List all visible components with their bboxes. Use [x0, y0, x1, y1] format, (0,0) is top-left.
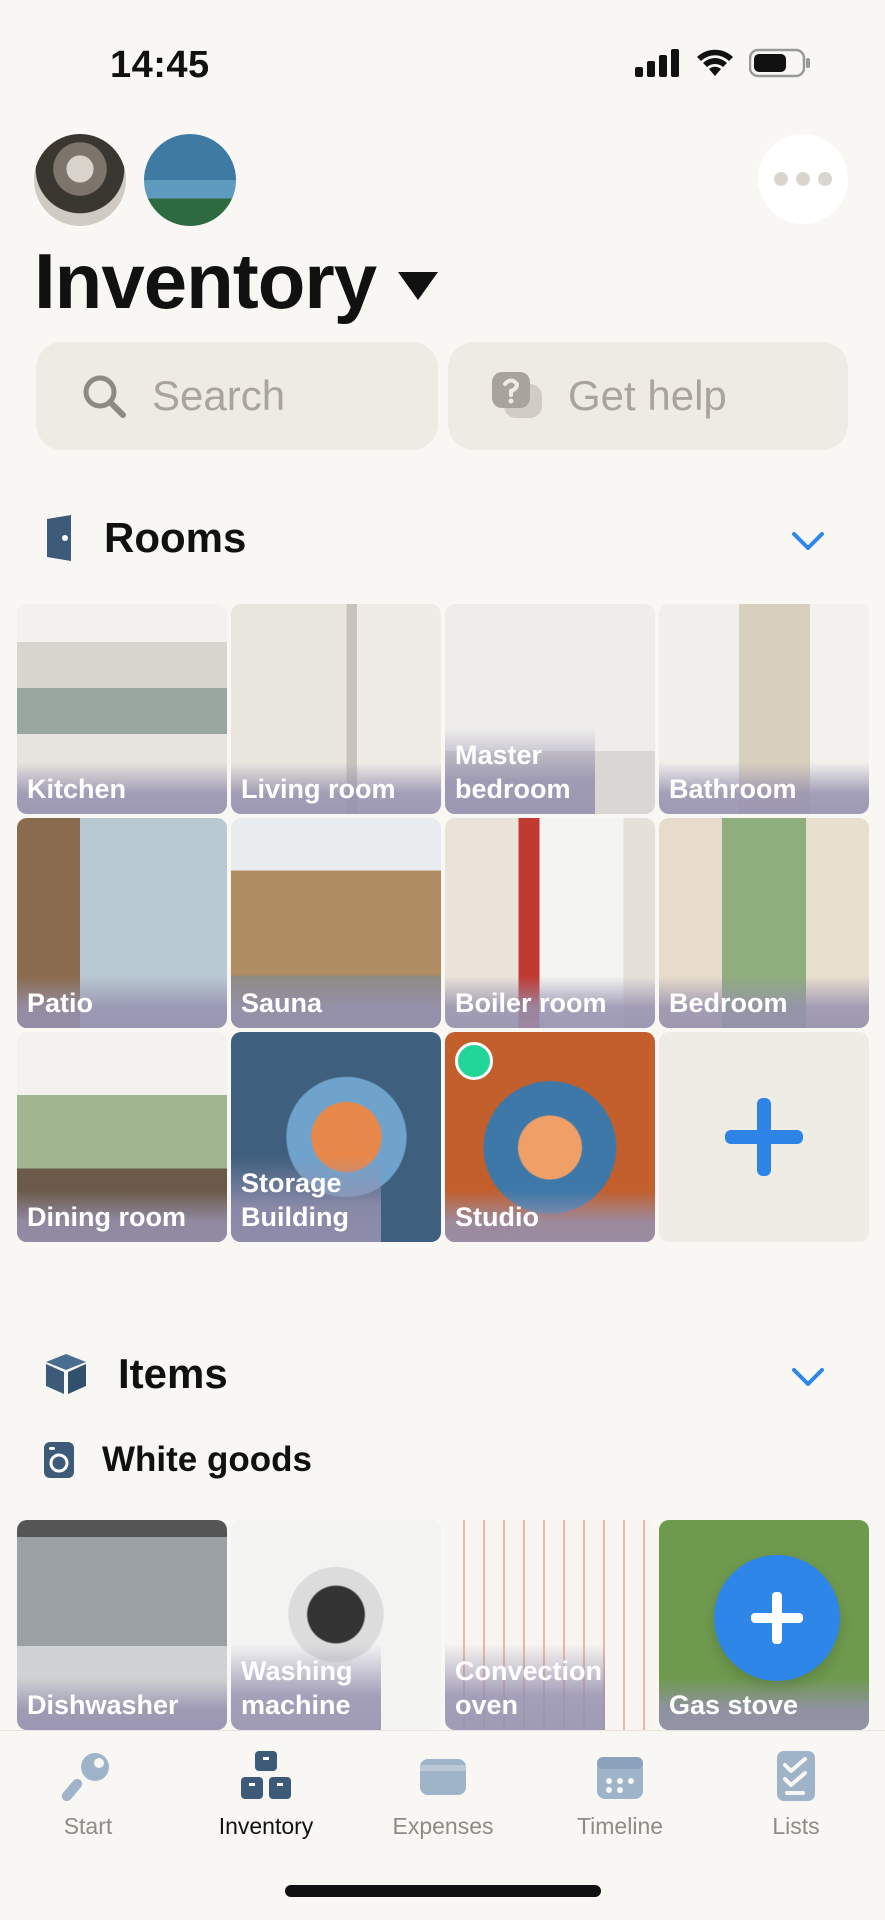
get-help-button[interactable]: Get help [448, 342, 848, 450]
wallet-icon [420, 1759, 466, 1795]
room-label: Bedroom [659, 976, 869, 1028]
rooms-section-header: Rooms [44, 514, 246, 562]
tab-lists[interactable]: Lists [726, 1749, 866, 1840]
room-label: Living room [231, 762, 441, 814]
tab-label: Inventory [218, 1813, 314, 1839]
room-tile-kitchen[interactable]: Kitchen [17, 604, 227, 814]
plus-icon [725, 1098, 803, 1176]
add-item-fab[interactable] [714, 1555, 840, 1681]
room-tile-sauna[interactable]: Sauna [231, 818, 441, 1028]
room-tile-bathroom[interactable]: Bathroom [659, 604, 869, 814]
box-icon [46, 1354, 86, 1394]
items-section-header: Items [44, 1350, 228, 1398]
item-label: Washing machine [231, 1644, 381, 1730]
room-label: Sauna [231, 976, 441, 1028]
items-collapse-chevron-icon[interactable] [791, 1360, 825, 1394]
user-avatar[interactable] [34, 134, 126, 226]
tab-label: Start [63, 1813, 113, 1839]
boxes-icon [241, 1751, 291, 1799]
rooms-title: Rooms [104, 514, 247, 561]
search-icon [83, 375, 126, 418]
room-tile-living-room[interactable]: Living room [231, 604, 441, 814]
caret-down-icon [398, 271, 439, 300]
battery-icon [749, 48, 810, 78]
page-title: Inventory [34, 237, 377, 325]
washing-machine-icon [44, 1442, 74, 1478]
room-label: Patio [17, 976, 227, 1028]
new-indicator-dot [455, 1042, 493, 1080]
search-input[interactable]: Search [36, 342, 438, 450]
tab-start[interactable]: Start [18, 1749, 158, 1840]
room-label: Studio [445, 1190, 655, 1242]
room-label: Bathroom [659, 762, 869, 814]
checklist-icon [777, 1751, 815, 1801]
room-label: Storage Building [231, 1156, 381, 1242]
status-bar: 14:45 [0, 0, 885, 120]
room-label: Kitchen [17, 762, 227, 814]
tab-label: Timeline [576, 1813, 664, 1839]
room-tile-boiler-room[interactable]: Boiler room [445, 818, 655, 1028]
tab-label: Expenses [392, 1813, 494, 1839]
white-goods-title: White goods [102, 1440, 312, 1479]
get-help-label: Get help [568, 372, 727, 419]
tab-expenses[interactable]: Expenses [373, 1749, 513, 1840]
status-time: 14:45 [110, 44, 210, 86]
room-tile-studio[interactable]: Studio [445, 1032, 655, 1242]
rooms-grid: Kitchen Living room Master bedroom Bathr… [17, 604, 869, 1242]
more-dot-icon [774, 172, 788, 186]
tab-inventory[interactable]: Inventory [196, 1749, 336, 1840]
home-indicator [285, 1885, 601, 1897]
item-label: Dishwasher [17, 1678, 227, 1730]
room-label: Boiler room [445, 976, 655, 1028]
room-tile-master-bedroom[interactable]: Master bedroom [445, 604, 655, 814]
item-label: Convection oven [445, 1644, 605, 1730]
tab-timeline[interactable]: Timeline [550, 1749, 690, 1840]
item-tile-convection-oven[interactable]: Convection oven [445, 1520, 655, 1730]
plus-icon-bar [751, 1613, 803, 1623]
page-title-dropdown[interactable]: Inventory [34, 236, 439, 327]
rooms-collapse-chevron-icon[interactable] [791, 524, 825, 558]
more-dot-icon [796, 172, 810, 186]
items-title: Items [118, 1350, 228, 1397]
room-label: Dining room [17, 1190, 227, 1242]
home-avatar[interactable] [144, 134, 236, 226]
add-room-button[interactable] [659, 1032, 869, 1242]
tab-label: Lists [772, 1813, 820, 1839]
door-icon [47, 515, 71, 561]
help-bubble-icon [492, 372, 542, 418]
room-tile-bedroom[interactable]: Bedroom [659, 818, 869, 1028]
search-placeholder: Search [152, 372, 286, 419]
item-tile-washing-machine[interactable]: Washing machine [231, 1520, 441, 1730]
calendar-icon [597, 1757, 643, 1799]
wrench-icon [61, 1753, 109, 1802]
wifi-icon [697, 49, 733, 76]
item-label: Gas stove [659, 1678, 869, 1730]
room-label: Master bedroom [445, 728, 595, 814]
room-tile-dining-room[interactable]: Dining room [17, 1032, 227, 1242]
room-tile-storage-building[interactable]: Storage Building [231, 1032, 441, 1242]
more-button[interactable] [758, 134, 848, 224]
more-dot-icon [818, 172, 832, 186]
room-tile-patio[interactable]: Patio [17, 818, 227, 1028]
status-icons [635, 48, 811, 78]
item-tile-dishwasher[interactable]: Dishwasher [17, 1520, 227, 1730]
white-goods-header: White goods [44, 1440, 312, 1480]
signal-icon [635, 49, 679, 77]
